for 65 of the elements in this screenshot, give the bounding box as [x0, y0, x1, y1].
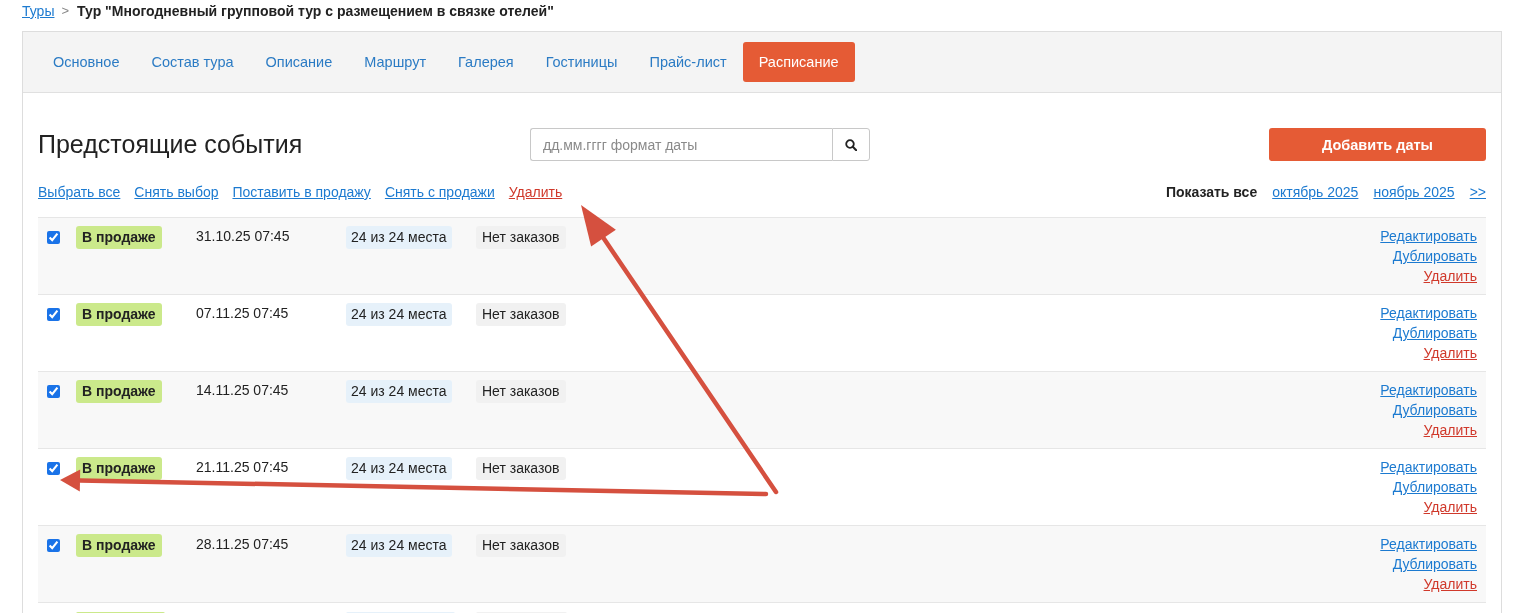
tab[interactable]: Расписание [742, 42, 855, 82]
status-badge: В продаже [76, 534, 162, 557]
bulk-action-link[interactable]: Снять выбор [134, 182, 219, 202]
status-badge: В продаже [76, 303, 162, 326]
orders-badge: Нет заказов [476, 457, 566, 480]
delete-link[interactable]: Удалить [508, 182, 563, 202]
section-title: Предстоящие события [38, 130, 304, 159]
tab[interactable]: Состав тура [135, 42, 250, 82]
status-badge: В продаже [76, 226, 162, 249]
status-badge: В продаже [76, 457, 162, 480]
tab[interactable]: Галерея [442, 42, 530, 82]
row-action-link[interactable]: Редактировать [1380, 303, 1477, 323]
tab[interactable]: Описание [249, 42, 349, 82]
delete-link[interactable]: Удалить [1423, 497, 1477, 517]
month-link[interactable]: ноябрь 2025 [1373, 182, 1455, 202]
tab[interactable]: Основное [37, 42, 136, 82]
row-action-link[interactable]: Редактировать [1380, 380, 1477, 400]
row-checkbox[interactable] [47, 539, 60, 552]
bulk-action-link[interactable]: Поставить в продажу [232, 182, 371, 202]
orders-badge: Нет заказов [476, 380, 566, 403]
seats-badge: 24 из 24 места [346, 380, 452, 403]
row-action-link[interactable]: Редактировать [1380, 457, 1477, 477]
event-datetime: 28.11.25 07:45 [196, 536, 289, 552]
tab[interactable]: Прайс-лист [633, 42, 743, 82]
status-badge: В продаже [76, 380, 162, 403]
event-datetime: 31.10.25 07:45 [196, 228, 290, 244]
breadcrumb-separator: > [61, 2, 70, 20]
seats-badge: 24 из 24 места [346, 226, 452, 249]
orders-badge: Нет заказов [476, 226, 566, 249]
bulk-action-link[interactable]: Выбрать все [38, 182, 121, 202]
row-action-link[interactable]: Редактировать [1380, 534, 1477, 554]
add-dates-button[interactable]: Добавить даты [1269, 128, 1486, 161]
month-link[interactable]: октябрь 2025 [1272, 182, 1359, 202]
row-action-link[interactable]: Дублировать [1392, 400, 1477, 420]
row-checkbox[interactable] [47, 385, 60, 398]
row-action-link[interactable]: Дублировать [1392, 554, 1477, 574]
seats-badge: 24 из 24 места [346, 457, 452, 480]
row-checkbox[interactable] [47, 462, 60, 475]
seats-badge: 24 из 24 места [346, 303, 452, 326]
orders-badge: Нет заказов [476, 303, 566, 326]
row-action-link[interactable]: Дублировать [1392, 477, 1477, 497]
orders-badge: Нет заказов [476, 534, 566, 557]
date-search-field[interactable]: дд.мм.гггг формат даты [530, 128, 832, 161]
seats-badge: 24 из 24 места [346, 534, 452, 557]
event-datetime: 21.11.25 07:45 [196, 459, 289, 475]
tab[interactable]: Маршрут [348, 42, 443, 82]
bulk-action-link[interactable]: Снять с продажи [384, 182, 495, 202]
row-action-link[interactable]: Редактировать [1380, 226, 1477, 246]
delete-link[interactable]: Удалить [1423, 266, 1477, 286]
page-title: Тур "Многодневный групповой тур с размещением в связке отелей" [77, 2, 554, 21]
delete-link[interactable]: Удалить [1423, 574, 1477, 594]
row-action-link[interactable]: Дублировать [1392, 323, 1477, 343]
search-button[interactable] [832, 128, 870, 161]
delete-link[interactable]: Удалить [1423, 343, 1477, 363]
row-checkbox[interactable] [47, 231, 60, 244]
tab[interactable]: Гостиницы [529, 42, 634, 82]
show-all-label: Показать все [1165, 183, 1258, 202]
delete-link[interactable]: Удалить [1423, 420, 1477, 440]
event-datetime: 14.11.25 07:45 [196, 382, 289, 398]
next-months-link[interactable]: >> [1469, 182, 1486, 202]
search-icon [845, 138, 857, 151]
row-checkbox[interactable] [47, 308, 60, 321]
row-action-link[interactable]: Дублировать [1392, 246, 1477, 266]
breadcrumb-link[interactable]: Туры [22, 0, 55, 22]
event-datetime: 07.11.25 07:45 [196, 305, 289, 321]
